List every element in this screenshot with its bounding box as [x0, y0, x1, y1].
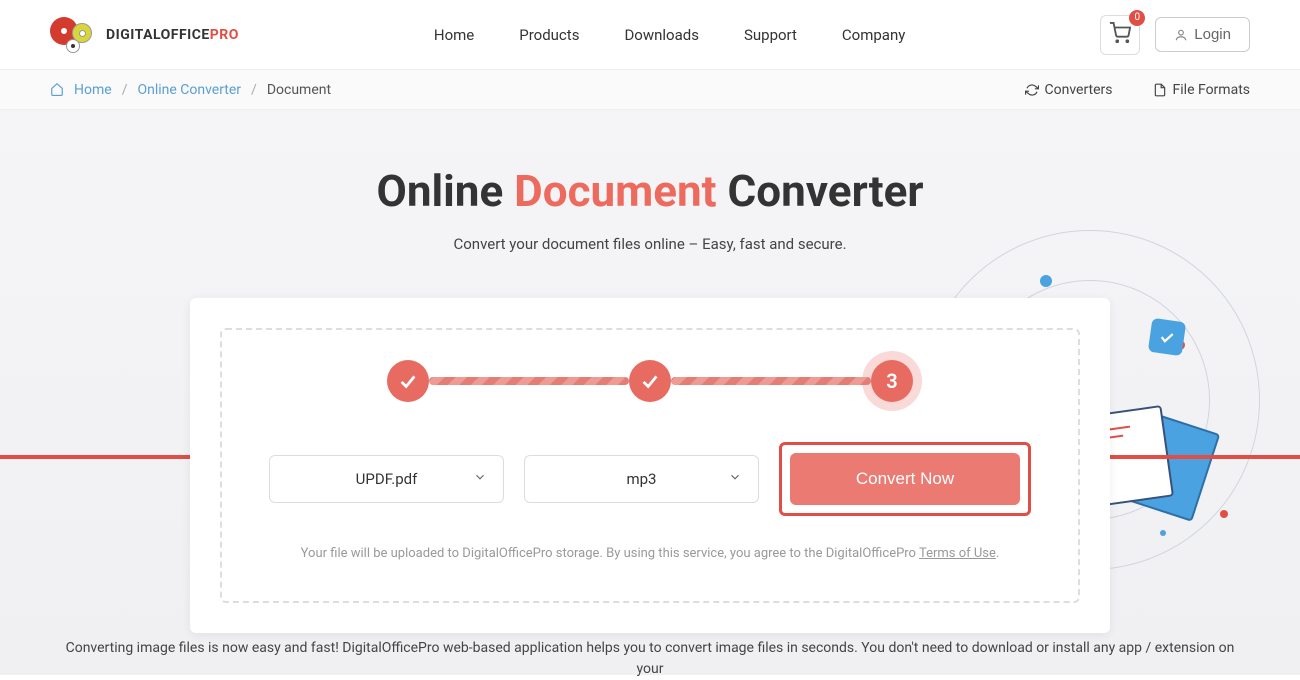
- breadcrumb: Home / Online Converter / Document: [50, 82, 331, 98]
- step-bar-2: [671, 377, 871, 385]
- breadcrumb-home[interactable]: Home: [74, 82, 112, 98]
- bottom-description: Converting image files is now easy and f…: [0, 638, 1300, 680]
- chevron-down-icon: [473, 470, 487, 488]
- nav-products[interactable]: Products: [519, 26, 579, 44]
- logo-main: DIGITALOFFICE: [106, 27, 210, 43]
- terms-pre: Your file will be uploaded to DigitalOff…: [301, 546, 919, 561]
- logo-suffix: PRO: [210, 27, 239, 43]
- terms-text: Your file will be uploaded to DigitalOff…: [262, 546, 1038, 561]
- title-accent: Document: [514, 165, 716, 217]
- breadcrumb-sep: /: [122, 82, 128, 98]
- subbar: Home / Online Converter / Document Conve…: [0, 70, 1300, 110]
- nav-company[interactable]: Company: [842, 26, 905, 44]
- user-icon: [1174, 28, 1188, 42]
- step-2: [629, 360, 671, 402]
- cart-icon: [1109, 22, 1131, 44]
- breadcrumb-converter[interactable]: Online Converter: [137, 82, 241, 98]
- hero: Online Document Converter Convert your d…: [0, 110, 1300, 675]
- fileformats-label: File Formats: [1173, 82, 1250, 98]
- convert-button[interactable]: Convert Now: [790, 453, 1020, 505]
- page-subtitle: Convert your document files online – Eas…: [0, 235, 1300, 253]
- header-right: 0 Login: [1100, 15, 1250, 55]
- header: DIGITALOFFICEPRO Home Products Downloads…: [0, 0, 1300, 70]
- step-3: 3: [871, 360, 913, 402]
- step-bar-1: [429, 377, 629, 385]
- chevron-down-icon: [728, 470, 742, 488]
- file-select-value: UPDF.pdf: [356, 470, 418, 488]
- login-button[interactable]: Login: [1155, 17, 1250, 52]
- subbar-right: Converters File Formats: [1025, 82, 1250, 98]
- terms-link[interactable]: Terms of Use: [919, 546, 996, 561]
- dropzone[interactable]: 3 UPDF.pdf mp3 Convert Now: [220, 328, 1080, 603]
- file-select[interactable]: UPDF.pdf: [269, 455, 504, 503]
- converters-label: Converters: [1045, 82, 1113, 98]
- converters-link[interactable]: Converters: [1025, 82, 1113, 98]
- cart-badge: 0: [1129, 10, 1145, 26]
- nav-downloads[interactable]: Downloads: [624, 26, 699, 44]
- logo-icon: [50, 15, 98, 55]
- format-select-value: mp3: [626, 470, 656, 488]
- login-label: Login: [1194, 26, 1231, 43]
- fileformats-link[interactable]: File Formats: [1153, 82, 1250, 98]
- nav-home[interactable]: Home: [434, 26, 474, 44]
- terms-suffix: .: [996, 546, 999, 561]
- file-icon: [1153, 83, 1167, 97]
- logo[interactable]: DIGITALOFFICEPRO: [50, 15, 239, 55]
- main-nav: Home Products Downloads Support Company: [434, 26, 905, 44]
- stepper: 3: [262, 360, 1038, 402]
- page-title: Online Document Converter: [0, 110, 1300, 217]
- title-pre: Online: [376, 165, 514, 217]
- convert-highlight: Convert Now: [779, 442, 1031, 516]
- breadcrumb-current: Document: [267, 82, 331, 98]
- refresh-icon: [1025, 83, 1039, 97]
- logo-text: DIGITALOFFICEPRO: [106, 27, 239, 43]
- controls-row: UPDF.pdf mp3 Convert Now: [262, 442, 1038, 516]
- cart-button[interactable]: 0: [1100, 15, 1140, 55]
- nav-support[interactable]: Support: [744, 26, 797, 44]
- converter-card: 3 UPDF.pdf mp3 Convert Now: [190, 298, 1110, 633]
- breadcrumb-sep: /: [251, 82, 257, 98]
- format-select[interactable]: mp3: [524, 455, 759, 503]
- title-post: Converter: [717, 165, 924, 217]
- home-icon[interactable]: [50, 82, 64, 98]
- step-1: [387, 360, 429, 402]
